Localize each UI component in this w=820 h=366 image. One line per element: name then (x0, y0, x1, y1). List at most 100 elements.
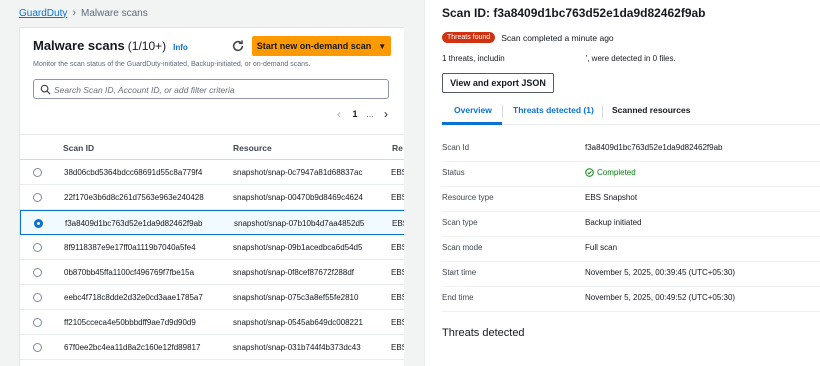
threats-detected-heading: Threats detected (442, 327, 525, 339)
search-box[interactable] (33, 79, 389, 99)
column-header-resource-type[interactable]: Re (392, 143, 403, 153)
table-row[interactable]: ff2105cceca4e50bbbdff9ae7d9d90d9 snapsho… (20, 310, 404, 335)
detail-label: Status (442, 168, 465, 177)
cell-resource-type: EBS (391, 193, 404, 202)
tab-threats-detected[interactable]: Threats detected (1) (513, 105, 594, 115)
detail-value: November 5, 2025, 00:39:45 (UTC+05:30) (585, 268, 736, 277)
cell-scan-id: 22f170e3b6d8c261d7563e963e240428 (64, 193, 204, 202)
table-row[interactable]: 22f170e3b6d8c261d7563e963e240428 snapsho… (20, 185, 404, 210)
search-icon (40, 84, 51, 95)
scan-details-title: Scan ID: f3a8409d1bc763d52e1da9d82462f9a… (442, 6, 706, 20)
table-row[interactable]: 0b870bb45ffa1100cf496769f7fbe15a snapsho… (20, 260, 404, 285)
detail-row-start-time: Start time November 5, 2025, 00:39:45 (U… (442, 262, 820, 287)
row-radio[interactable] (33, 343, 42, 352)
detail-row-scan-type: Scan type Backup initiated (442, 212, 820, 237)
tab-separator (502, 105, 503, 118)
breadcrumb-malware-scans: Malware scans (81, 7, 148, 19)
row-radio[interactable] (33, 193, 42, 202)
cell-resource-type: EBS (391, 268, 404, 277)
tab-overview[interactable]: Overview (454, 105, 492, 115)
scans-table: Scan ID Resource Re 38d06cbd5364bdcc6869… (20, 134, 404, 360)
panel-description: Monitor the scan status of the GuardDuty… (33, 61, 311, 68)
cell-scan-id: 8f9118387e9e17ff0a1119b7040a5fe4 (64, 243, 196, 252)
table-header: Scan ID Resource Re (20, 134, 404, 160)
malware-scans-panel: Malware scans (1/10+) Info Start new on-… (19, 27, 404, 366)
cell-resource-type: EBS (391, 343, 404, 352)
chevron-right-icon: › (72, 7, 77, 19)
tab-separator (602, 105, 603, 118)
cell-scan-id: 38d06cbd5364bdcc68691d55c8a779f4 (64, 168, 203, 177)
pagination: ‹ 1 ... › (333, 107, 392, 121)
page-ellipsis[interactable]: ... (363, 109, 377, 119)
cell-resource: snapshot/snap-0f8cef87672f288df (233, 268, 354, 277)
cell-scan-id: f3a8409d1bc763d52e1da9d82462f9ab (65, 219, 203, 228)
row-radio[interactable] (33, 318, 42, 327)
detail-value: November 5, 2025, 00:49:52 (UTC+05:30) (585, 293, 736, 302)
cell-scan-id: eebc4f718c8dde2d32e0cd3aae1785a7 (64, 293, 203, 302)
detail-label: Start time (442, 268, 477, 277)
start-scan-button[interactable]: Start new on-demand scan ▼ (252, 36, 391, 56)
threats-summary-end: ', were detected in 0 files. (585, 54, 676, 63)
next-page-icon[interactable]: › (380, 107, 392, 121)
scan-list-pane: GuardDuty › Malware scans Malware scans … (0, 0, 404, 366)
caret-down-icon: ▼ (378, 41, 387, 51)
detail-label: End time (442, 293, 474, 302)
cell-resource: snapshot/snap-075c3a8ef55fe2810 (233, 293, 359, 302)
page-1-button[interactable]: 1 (347, 109, 363, 119)
cell-resource: snapshot/snap-031b744f4b373dc43 (233, 343, 361, 352)
detail-value: Full scan (585, 243, 618, 252)
detail-label: Resource type (442, 193, 494, 202)
active-tab-indicator (442, 122, 502, 125)
refresh-icon[interactable] (231, 39, 245, 53)
breadcrumb-guardduty[interactable]: GuardDuty (19, 8, 67, 19)
panel-title: Malware scans (1/10+) Info (33, 38, 188, 53)
start-scan-label: Start new on-demand scan (256, 41, 372, 51)
detail-label: Scan type (442, 218, 478, 227)
cell-resource-type: EBS (392, 219, 404, 228)
details-tabs: Overview Threats detected (1) Scanned re… (442, 99, 820, 125)
detail-value: Backup initiated (585, 218, 642, 227)
detail-row-status: Status Completed (442, 162, 820, 187)
detail-row-scan-id: Scan Id f3a8409d1bc763d52e1da9d82462f9ab (442, 137, 820, 162)
column-header-scan-id[interactable]: Scan ID (63, 143, 94, 153)
detail-row-resource-type: Resource type EBS Snapshot (442, 187, 820, 212)
cell-resource-type: EBS (391, 318, 404, 327)
prev-page-icon[interactable]: ‹ (333, 107, 345, 121)
detail-value-status: Completed (585, 168, 636, 177)
table-row[interactable]: 38d06cbd5364bdcc68691d55c8a779f4 snapsho… (20, 160, 404, 185)
threats-found-badge: Threats found (442, 32, 496, 43)
row-radio[interactable] (33, 168, 42, 177)
cell-resource: snapshot/snap-00470b9d8469c4624 (233, 193, 363, 202)
view-export-json-button[interactable]: View and export JSON (442, 73, 554, 93)
cell-scan-id: 67f0ee2bc4ea11d8a2c160e12fd89817 (64, 343, 201, 352)
table-row-selected[interactable]: f3a8409d1bc763d52e1da9d82462f9ab snapsho… (20, 210, 404, 235)
status-completed-text: Completed (597, 168, 636, 177)
panel-count: (1/10+) (127, 39, 167, 53)
row-radio-selected[interactable] (34, 219, 43, 228)
split-panel-divider (404, 0, 425, 366)
cell-resource-type: EBS (391, 168, 404, 177)
tab-scanned-resources[interactable]: Scanned resources (612, 105, 690, 115)
scan-details-pane: Scan ID: f3a8409d1bc763d52e1da9d82462f9a… (425, 0, 820, 366)
table-row[interactable]: 8f9118387e9e17ff0a1119b7040a5fe4 snapsho… (20, 235, 404, 260)
table-row[interactable]: eebc4f718c8dde2d32e0cd3aae1785a7 snapsho… (20, 285, 404, 310)
cell-resource: snapshot/snap-07b10b4d7aa4852d5 (234, 219, 365, 228)
detail-row-end-time: End time November 5, 2025, 00:49:52 (UTC… (442, 287, 820, 312)
info-link[interactable]: Info (173, 43, 188, 52)
scan-completed-text: Scan completed a minute ago (501, 32, 614, 43)
table-row[interactable]: 67f0ee2bc4ea11d8a2c160e12fd89817 snapsho… (20, 335, 404, 360)
cell-resource: snapshot/snap-0545ab649dc008221 (233, 318, 363, 327)
threats-summary: 1 threats, includin ', were detected in 0… (442, 54, 676, 63)
row-radio[interactable] (33, 268, 42, 277)
column-header-resource[interactable]: Resource (233, 143, 272, 153)
check-circle-icon (585, 168, 594, 177)
search-input[interactable] (54, 82, 384, 97)
detail-row-scan-mode: Scan mode Full scan (442, 237, 820, 262)
cell-resource-type: EBS (391, 243, 404, 252)
threats-summary-start: 1 threats, includin (442, 54, 505, 63)
detail-value: f3a8409d1bc763d52e1da9d82462f9ab (585, 143, 723, 152)
detail-label: Scan Id (442, 143, 470, 152)
cell-scan-id: ff2105cceca4e50bbbdff9ae7d9d90d9 (64, 318, 196, 327)
row-radio[interactable] (33, 243, 42, 252)
row-radio[interactable] (33, 293, 42, 302)
